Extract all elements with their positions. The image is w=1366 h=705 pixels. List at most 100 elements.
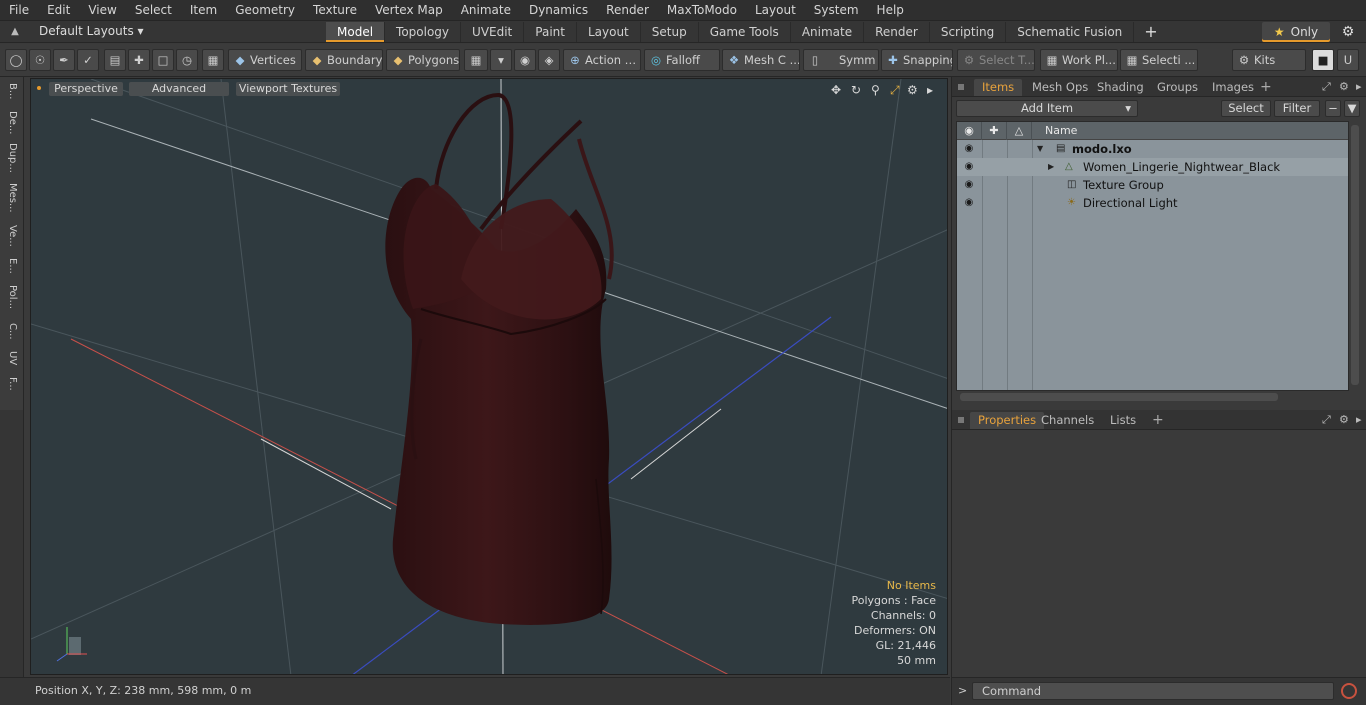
brush-icon[interactable]: ✓ [77, 49, 99, 71]
tab-schematic-fusion[interactable]: Schematic Fusion [1006, 22, 1135, 42]
left-tab-deform[interactable]: De... [2, 111, 22, 134]
menu-edit[interactable]: Edit [38, 0, 79, 21]
left-tab-uv[interactable]: UV [2, 351, 22, 365]
zoom-icon[interactable]: ⚲ [871, 82, 880, 98]
tab-scripting[interactable]: Scripting [930, 22, 1007, 42]
tab-game-tools[interactable]: Game Tools [699, 22, 791, 42]
vertices-button[interactable]: ◆ Vertices [228, 49, 302, 71]
tree-row-directional-light[interactable]: ◉ ☀ Directional Light [957, 194, 1348, 212]
maximize-icon[interactable]: ⤢ [890, 82, 900, 98]
transform-icon[interactable]: ✚ [128, 49, 150, 71]
tree-horizontal-scrollbar[interactable] [956, 391, 1349, 403]
only-button[interactable]: ★ Only [1262, 22, 1330, 42]
tree-vertical-scrollbar[interactable] [1349, 121, 1361, 391]
panel-expand-icon[interactable]: ⤢ [1322, 412, 1331, 428]
tab-channels[interactable]: Channels [1033, 412, 1102, 429]
left-tab-polygon[interactable]: Pol... [2, 285, 22, 309]
viewport-gear-icon[interactable]: ⚙ [907, 82, 918, 98]
tab-items[interactable]: Items [974, 79, 1023, 96]
add-item-button[interactable]: Add Item ▾ [956, 100, 1138, 117]
left-tab-vertex[interactable]: Ve... [2, 225, 22, 247]
panel-menu-handle[interactable] [958, 84, 964, 90]
panel-arrow-icon[interactable]: ▸ [1356, 412, 1362, 428]
boundary-button[interactable]: ◆ Boundary [305, 49, 383, 71]
tree-row-scene[interactable]: ◉ ▼ ▤ modo.lxo [957, 140, 1348, 158]
tab-setup[interactable]: Setup [641, 22, 699, 42]
left-tab-edge[interactable]: E... [2, 258, 22, 274]
eye-icon[interactable]: ◉ [961, 176, 977, 194]
default-layouts-dropdown[interactable]: Default Layouts ▾ [39, 24, 144, 38]
tab-model[interactable]: Model [326, 22, 386, 42]
menu-item[interactable]: Item [181, 0, 226, 21]
viewport-menu-arrow-icon[interactable]: ▸ [927, 82, 933, 98]
symmetry-button[interactable]: ▯ Symm ... [803, 49, 879, 71]
eye-icon[interactable]: ◉ [961, 140, 977, 158]
snapping-button[interactable]: ✚ Snapping [881, 49, 953, 71]
sphere-icon[interactable]: ☉ [29, 49, 51, 71]
mode-dropdown-chevron-icon[interactable]: ▾ [490, 49, 512, 71]
action-center-button[interactable]: ⊕ Action … [563, 49, 641, 71]
left-tab-fusion[interactable]: F... [2, 377, 22, 391]
command-input[interactable]: Command [972, 682, 1334, 700]
menu-layout[interactable]: Layout [746, 0, 805, 21]
eye-icon[interactable]: ◉ [961, 194, 977, 212]
perspective-dropdown[interactable]: Perspective [49, 82, 123, 96]
tree-row-mesh[interactable]: ◉ ▶ △ Women_Lingerie_Nightwear_Black [957, 158, 1348, 176]
gear-icon[interactable]: ⚙ [1340, 24, 1356, 40]
menu-dynamics[interactable]: Dynamics [520, 0, 597, 21]
select-through-button[interactable]: ⚙ Select T... [957, 49, 1035, 71]
expand-arrow-icon[interactable]: ▼ [1037, 140, 1043, 158]
falloff-button[interactable]: ◎ Falloff [644, 49, 720, 71]
left-tab-duplicate[interactable]: Dup... [2, 143, 22, 173]
panel-expand-icon[interactable]: ⤢ [1322, 79, 1331, 95]
menu-select[interactable]: Select [126, 0, 181, 21]
panel-gear-icon[interactable]: ⚙ [1339, 412, 1349, 428]
menu-vertex-map[interactable]: Vertex Map [366, 0, 452, 21]
eye-icon[interactable]: ◉ [961, 158, 977, 176]
item-mode-icon[interactable]: ▦ [464, 49, 488, 71]
polygons-button[interactable]: ◆ Polygons [386, 49, 460, 71]
tab-layout[interactable]: Layout [577, 22, 641, 42]
mesh-constraints-button[interactable]: ❖ Mesh C ... [722, 49, 800, 71]
left-tab-mesh[interactable]: Mes... [2, 183, 22, 213]
circle-select-icon[interactable]: ◯ [5, 49, 27, 71]
tree-row-texture-group[interactable]: ◉ ◫ Texture Group [957, 176, 1348, 194]
modo-cube-icon[interactable]: ■ [1312, 49, 1334, 71]
tab-animate[interactable]: Animate [791, 22, 865, 42]
left-tab-basic[interactable]: B... [2, 83, 22, 99]
lock-column-icon[interactable]: ✚ [982, 122, 1007, 140]
scroll-thumb[interactable] [1351, 125, 1359, 385]
selection-sets-button[interactable]: ▦ Selecti ... [1120, 49, 1198, 71]
menu-animate[interactable]: Animate [452, 0, 520, 21]
add-panel-tab-icon[interactable]: + [1152, 410, 1164, 430]
panel-gear-icon[interactable]: ⚙ [1339, 79, 1349, 95]
left-tab-curve[interactable]: C... [2, 323, 22, 340]
select-button[interactable]: Select [1221, 100, 1271, 117]
menu-file[interactable]: File [0, 0, 38, 21]
type-column-icon[interactable]: △ [1007, 122, 1032, 140]
tab-groups[interactable]: Groups [1149, 79, 1206, 96]
menu-system[interactable]: System [805, 0, 868, 21]
unreal-icon[interactable]: U [1337, 49, 1359, 71]
tab-paint[interactable]: Paint [524, 22, 577, 42]
material-mode-icon[interactable]: ◉ [514, 49, 536, 71]
align-icon[interactable]: ▤ [104, 49, 126, 71]
texture-mode-icon[interactable]: ◈ [538, 49, 560, 71]
rotate-icon[interactable]: ↻ [851, 82, 861, 98]
clock-icon[interactable]: ◷ [176, 49, 198, 71]
viewport-textures-dropdown[interactable]: Viewport Textures [236, 82, 340, 96]
menu-texture[interactable]: Texture [304, 0, 366, 21]
menu-render[interactable]: Render [597, 0, 658, 21]
panel-menu-handle[interactable] [958, 417, 964, 423]
menu-view[interactable]: View [79, 0, 125, 21]
add-tab-button[interactable]: + [1134, 22, 1167, 42]
work-plane-button[interactable]: ▦ Work Pl... [1040, 49, 1118, 71]
name-column-header[interactable]: Name [1032, 122, 1348, 140]
tab-lists[interactable]: Lists [1102, 412, 1144, 429]
tab-uvedit[interactable]: UVEdit [461, 22, 525, 42]
3d-viewport[interactable]: Perspective Advanced Viewport Textures ✥… [30, 78, 948, 675]
funnel-icon[interactable]: ▼ [1344, 100, 1360, 117]
tab-images[interactable]: Images [1204, 79, 1262, 96]
panel-arrow-icon[interactable]: ▸ [1356, 79, 1362, 95]
add-panel-tab-icon[interactable]: + [1260, 77, 1272, 97]
